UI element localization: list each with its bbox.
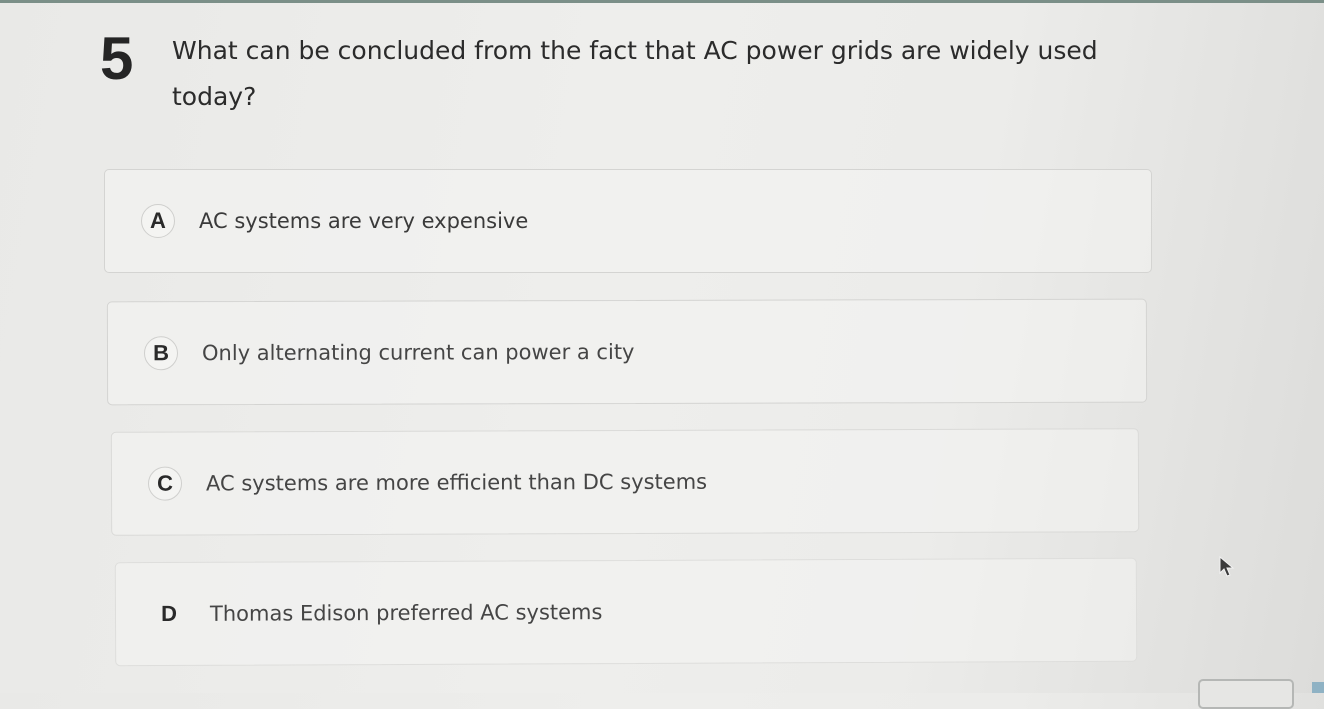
option-letter-badge: B bbox=[143, 336, 179, 371]
answer-option-d[interactable]: D Thomas Edison preferred AC systems bbox=[114, 557, 1138, 667]
option-text: AC systems are very expensive bbox=[199, 209, 529, 233]
next-button[interactable] bbox=[1198, 679, 1294, 709]
corner-accent bbox=[1312, 682, 1324, 693]
answer-option-b[interactable]: B Only alternating current can power a c… bbox=[106, 298, 1148, 406]
answer-option-c[interactable]: C AC systems are more efficient than DC … bbox=[110, 428, 1140, 536]
option-letter-badge: A bbox=[141, 204, 175, 238]
option-text: AC systems are more efficient than DC sy… bbox=[205, 469, 708, 496]
option-text: Thomas Edison preferred AC systems bbox=[209, 600, 603, 626]
question-number: 5 bbox=[100, 25, 134, 92]
top-border-line bbox=[0, 0, 1324, 3]
question-text: What can be concluded from the fact that… bbox=[172, 36, 1098, 111]
option-letter-badge: D bbox=[160, 600, 177, 627]
answer-option-a[interactable]: A AC systems are very expensive bbox=[104, 169, 1152, 273]
option-letter-badge: C bbox=[147, 466, 183, 501]
option-text: Only alternating current can power a cit… bbox=[201, 339, 635, 366]
